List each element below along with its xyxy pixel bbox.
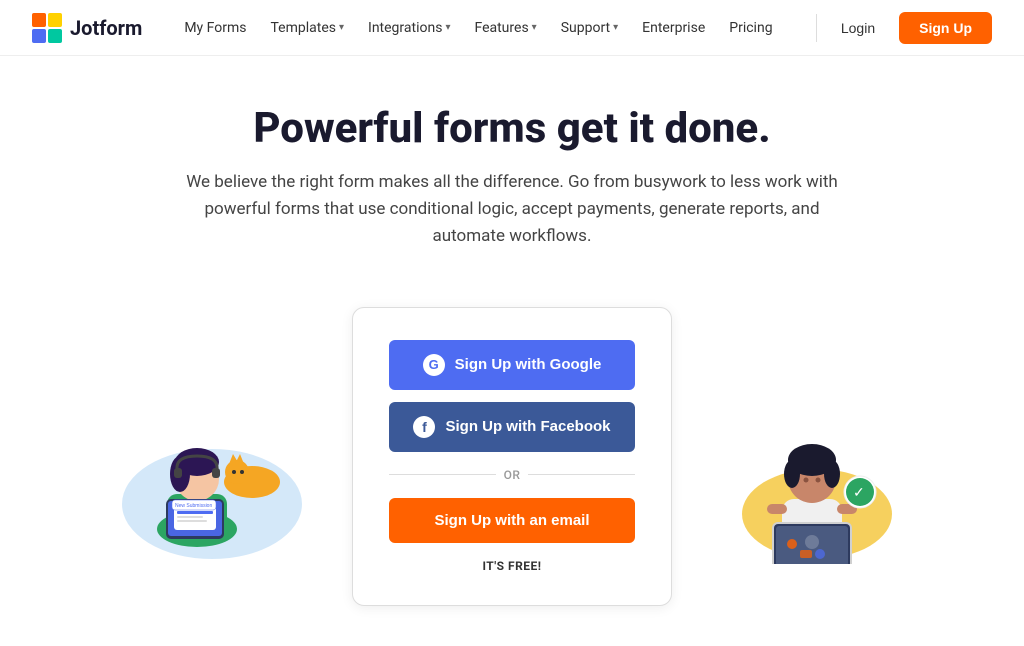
nav-support[interactable]: Support ▾ bbox=[551, 14, 628, 42]
free-label: IT'S FREE! bbox=[482, 559, 541, 573]
nav-my-forms[interactable]: My Forms bbox=[174, 14, 256, 42]
nav-templates[interactable]: Templates ▾ bbox=[260, 14, 354, 42]
signup-nav-button[interactable]: Sign Up bbox=[899, 12, 992, 44]
right-illustration-svg: ✓ bbox=[712, 344, 912, 564]
signup-google-button[interactable]: G Sign Up with Google bbox=[389, 340, 635, 390]
nav-integrations[interactable]: Integrations ▾ bbox=[358, 14, 460, 42]
main-content: New Submission G Sign Up with Google f S… bbox=[0, 307, 1024, 646]
or-divider: OR bbox=[389, 468, 635, 482]
jotform-logo-icon bbox=[32, 13, 62, 43]
svg-text:New Submission: New Submission bbox=[175, 503, 212, 509]
login-button[interactable]: Login bbox=[825, 13, 891, 43]
nav-divider bbox=[816, 14, 817, 42]
integrations-chevron-icon: ▾ bbox=[445, 22, 450, 33]
signup-card: G Sign Up with Google f Sign Up with Fac… bbox=[352, 307, 672, 606]
nav-features[interactable]: Features ▾ bbox=[464, 14, 546, 42]
illustration-left: New Submission bbox=[112, 344, 312, 568]
logo[interactable]: Jotform bbox=[32, 13, 142, 43]
signup-facebook-button[interactable]: f Sign Up with Facebook bbox=[389, 402, 635, 452]
navbar: Jotform My Forms Templates ▾ Integration… bbox=[0, 0, 1024, 56]
support-chevron-icon: ▾ bbox=[613, 22, 618, 33]
hero-title: Powerful forms get it done. bbox=[20, 104, 1004, 153]
illustration-right: ✓ bbox=[712, 344, 912, 568]
hero-section: Powerful forms get it done. We believe t… bbox=[0, 56, 1024, 307]
or-text: OR bbox=[504, 468, 521, 482]
templates-chevron-icon: ▾ bbox=[339, 22, 344, 33]
or-line-right bbox=[528, 474, 635, 475]
nav-pricing[interactable]: Pricing bbox=[719, 14, 782, 42]
features-chevron-icon: ▾ bbox=[532, 22, 537, 33]
svg-text:✓: ✓ bbox=[853, 484, 865, 500]
or-line-left bbox=[389, 474, 496, 475]
signup-email-button[interactable]: Sign Up with an email bbox=[389, 498, 635, 543]
nav-links: My Forms Templates ▾ Integrations ▾ Feat… bbox=[174, 14, 808, 42]
facebook-icon: f bbox=[413, 416, 435, 438]
hero-subtitle: We believe the right form makes all the … bbox=[172, 169, 852, 251]
left-illustration-svg: New Submission bbox=[112, 344, 312, 564]
nav-enterprise[interactable]: Enterprise bbox=[632, 14, 715, 42]
nav-right: Login Sign Up bbox=[825, 12, 992, 44]
brand-name: Jotform bbox=[70, 16, 142, 40]
google-icon: G bbox=[423, 354, 445, 376]
